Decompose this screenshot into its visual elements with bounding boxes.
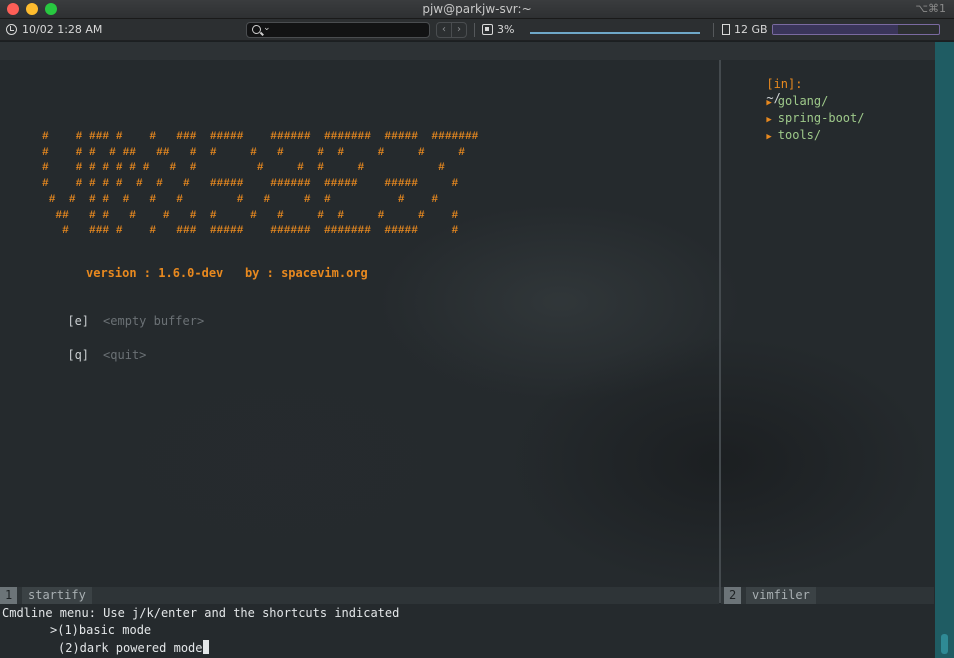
buffer-name: vimfiler — [746, 587, 816, 604]
menu-item-label: <quit> — [103, 348, 147, 362]
terminal-status-bar: 10/02 1:28 AM ⌄ ‹ › 3% 12 GB — [0, 19, 954, 41]
clock-icon — [6, 24, 17, 35]
cpu-graph — [530, 32, 700, 34]
memory-icon — [722, 24, 730, 35]
nav-back-button[interactable]: ‹ — [437, 23, 451, 37]
search-icon — [252, 25, 261, 34]
directory-name: tools/ — [777, 128, 822, 142]
search-input[interactable]: ⌄ — [246, 22, 430, 38]
ascii-banner: # # ### # # ### ##### ###### ####### ###… — [42, 131, 479, 238]
startify-pane[interactable]: # # ### # # ### ##### ###### ####### ###… — [0, 60, 719, 587]
memory-graph — [772, 24, 940, 35]
nav-forward-button[interactable]: › — [451, 23, 466, 37]
statusline-vimfiler: 2 vimfiler — [721, 587, 934, 604]
memory-graph-fill — [773, 25, 898, 34]
menu-item-key: [q] — [67, 348, 90, 362]
divider — [474, 23, 475, 37]
cpu-usage: 3% — [497, 23, 515, 36]
window-shortcut: ⌥⌘1 — [915, 2, 946, 15]
cmdline-prompt: Cmdline menu: Use j/k/enter and the shor… — [2, 606, 400, 620]
menu-item-quit[interactable]: [q] <quit> — [24, 334, 146, 376]
directory-item-tools[interactable]: ▶ tools/ — [723, 114, 821, 156]
window-number: 1 — [0, 587, 18, 604]
menu-item-label: <empty buffer> — [103, 314, 205, 328]
vimfiler-pane[interactable]: [in]: ~/ ▶ golang/ ▶ spring-boot/ ▶ tools/ — [721, 60, 934, 587]
cmdline-option-basic[interactable]: >(1)basic mode — [50, 623, 151, 637]
statusline-startify: 1 startify — [0, 587, 719, 604]
window-titlebar: pjw@parkjw-svr:~ ⌥⌘1 — [0, 0, 954, 19]
buffer-name: startify — [22, 587, 92, 604]
scrollbar-thumb[interactable] — [941, 634, 948, 654]
chevron-down-icon[interactable]: ⌄ — [263, 23, 271, 33]
cmdline-option-label: (2)dark powered mode — [58, 641, 203, 655]
cpu-icon — [482, 24, 493, 35]
tabline — [0, 42, 935, 60]
memory-usage: 12 GB — [734, 23, 768, 36]
cmdline-option-dark-powered[interactable]: (2)dark powered mode — [58, 640, 209, 655]
datetime: 10/02 1:28 AM — [22, 23, 103, 36]
menu-item-key: [e] — [67, 314, 90, 328]
window-number: 2 — [724, 587, 742, 604]
text-cursor — [202, 640, 209, 654]
cmdline-menu[interactable]: Cmdline menu: Use j/k/enter and the shor… — [0, 604, 935, 658]
scrollbar[interactable] — [935, 42, 954, 658]
nav-buttons: ‹ › — [436, 22, 467, 38]
folder-arrow-icon: ▶ — [766, 132, 772, 142]
version-line: version : 1.6.0-dev by : spacevim.org — [86, 266, 368, 280]
window-title: pjw@parkjw-svr:~ — [422, 2, 532, 16]
divider — [713, 23, 714, 37]
terminal-area[interactable]: # # ### # # ### ##### ###### ####### ###… — [0, 42, 954, 658]
